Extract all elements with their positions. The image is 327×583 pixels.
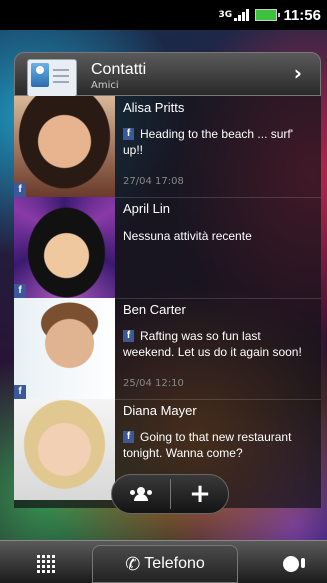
avatar[interactable]: f bbox=[14, 298, 115, 399]
contact-status: f Going to that new restaurant tonight. W… bbox=[123, 429, 315, 461]
status-timestamp: 25/04 12:10 bbox=[123, 378, 184, 389]
contact-name: Diana Mayer bbox=[123, 403, 197, 418]
contact-name: April Lin bbox=[123, 201, 170, 216]
list-item[interactable]: f Ben Carter f Rafting was so fun last we… bbox=[14, 298, 321, 400]
app-grid-icon bbox=[37, 555, 55, 573]
signal-strength-icon bbox=[234, 9, 250, 21]
contact-status: f Heading to the beach ... surf' up!! bbox=[123, 126, 315, 158]
chevron-right-icon[interactable]: › bbox=[294, 61, 302, 85]
phone-button[interactable]: ✆ Telefono bbox=[92, 545, 238, 583]
status-text: Going to that new restaurant tonight. Wa… bbox=[123, 430, 292, 460]
phone-button-label: Telefono bbox=[144, 555, 205, 572]
list-item[interactable]: f Alisa Pritts f Heading to the beach ...… bbox=[14, 96, 321, 198]
bottom-dock: ✆ Telefono bbox=[0, 540, 327, 583]
contacts-widget: Contatti Amici › f Alisa Pritts f Heading… bbox=[14, 42, 321, 508]
battery-icon bbox=[255, 9, 281, 21]
contact-name: Alisa Pritts bbox=[123, 100, 185, 115]
facebook-icon: f bbox=[123, 330, 134, 342]
widget-group-name: Amici bbox=[91, 80, 119, 91]
status-text: Heading to the beach ... surf' up!! bbox=[123, 127, 294, 157]
avatar[interactable]: f bbox=[14, 197, 115, 298]
contact-list: f Alisa Pritts f Heading to the beach ...… bbox=[14, 96, 321, 508]
widget-title: Contatti bbox=[91, 61, 147, 78]
all-apps-button[interactable] bbox=[24, 547, 68, 581]
facebook-badge-icon: f bbox=[14, 284, 26, 298]
list-item[interactable]: f April Lin Nessuna attività recente bbox=[14, 197, 321, 299]
groups-button[interactable] bbox=[112, 475, 170, 513]
facebook-badge-icon: f bbox=[14, 385, 26, 399]
people-group-icon bbox=[130, 487, 152, 501]
facebook-icon: f bbox=[123, 128, 134, 140]
status-timestamp: 27/04 17:08 bbox=[123, 176, 184, 187]
facebook-badge-icon: f bbox=[14, 183, 26, 197]
personalize-brush-icon bbox=[283, 556, 305, 572]
widget-action-bar: + bbox=[111, 474, 229, 514]
status-text: Rafting was so fun last weekend. Let us … bbox=[123, 329, 302, 359]
clock: 11:56 bbox=[283, 6, 321, 24]
avatar[interactable] bbox=[14, 399, 115, 500]
phone-handset-icon: ✆ bbox=[125, 553, 141, 575]
contacts-card-icon bbox=[27, 53, 77, 97]
contact-name: Ben Carter bbox=[123, 302, 186, 317]
add-contact-button[interactable]: + bbox=[171, 475, 229, 513]
contact-status: f Rafting was so fun last weekend. Let us… bbox=[123, 328, 315, 360]
status-bar: 3G 11:56 bbox=[0, 0, 327, 30]
network-type-label: 3G bbox=[218, 10, 233, 20]
avatar[interactable]: f bbox=[14, 96, 115, 197]
facebook-icon: f bbox=[123, 431, 134, 443]
home-screen: 3G 11:56 Contatti Amici › f Alisa Pritts… bbox=[0, 0, 327, 583]
widget-header[interactable]: Contatti Amici › bbox=[14, 52, 321, 97]
status-text: Nessuna attività recente bbox=[123, 229, 252, 243]
personalize-button[interactable] bbox=[269, 547, 313, 581]
